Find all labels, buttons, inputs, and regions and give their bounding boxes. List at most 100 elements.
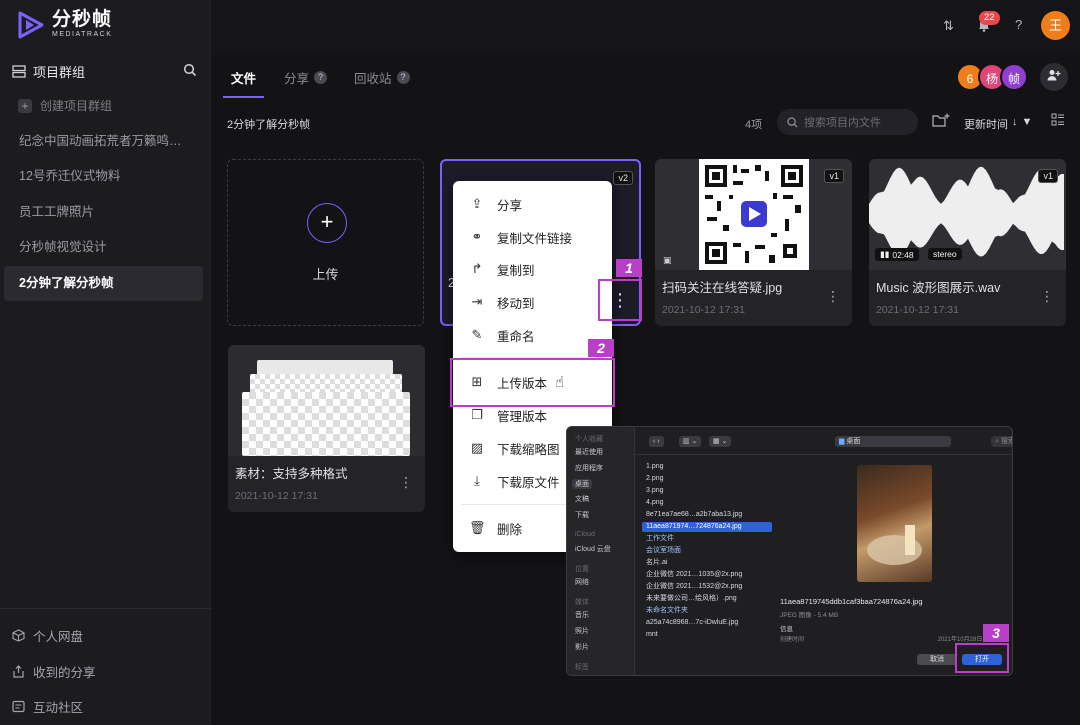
image-icon: ▨ [470,440,484,455]
preview-info-title: 信息 [780,626,793,633]
logo-subtitle: MEDIATRACK [52,31,113,38]
menu-item-copy-link[interactable]: ⚭ 复制文件链接 [453,221,612,253]
step-1-badge: 1 [616,259,642,277]
location-dropdown[interactable]: ▆ 桌面 [835,436,951,447]
tab-files[interactable]: 文件 [231,68,256,87]
dialog-file-item[interactable]: 2.png [642,474,772,484]
menu-label: 下载原文件 [497,475,560,490]
more-options-icon[interactable]: ⋮ [399,474,413,491]
search-input[interactable]: 搜索项目内文件 [777,109,918,135]
sidebar-project-item[interactable]: 分秒帧视觉设计 [4,230,203,265]
file-date: 2021-10-12 17:31 [876,304,959,316]
more-options-icon[interactable]: ⋮ [1040,288,1054,305]
add-user-icon [1047,70,1061,81]
stack-layer [242,392,410,456]
share-icon [13,665,24,678]
file-card[interactable]: ▣ v1 扫码关注在线答疑.jpg 2021-10-12 17:31 ⋮ [655,159,852,326]
dialog-file-item[interactable]: 名片.ai [642,558,772,568]
plus-icon: + [307,203,347,243]
dialog-sidebar-item[interactable]: 应用程序 [575,463,603,473]
cube-icon [12,629,25,642]
community-link[interactable]: 互动社区 [12,697,83,716]
personal-drive-link[interactable]: 个人网盘 [12,626,83,645]
new-folder-icon[interactable] [932,113,950,131]
sidebar-project-item[interactable]: 12号乔迁仪式物料 [4,159,203,194]
dialog-sidebar-item[interactable]: 网络 [575,577,589,587]
dialog-file-item[interactable]: 企业微信 2021…1532@2x.png [642,582,772,592]
help-icon[interactable]: ? [1015,17,1022,32]
logo-title: 分秒帧 [52,9,113,30]
cancel-button[interactable]: 取消 [917,654,957,665]
pencil-icon: ✎ [471,327,483,342]
menu-label: 删除 [497,522,523,537]
link-icon: ⚭ [471,229,483,244]
help-icon: ? [314,71,328,84]
sidebar: 分秒帧 MEDIATRACK 项目群组 + 创建项目群组 纪念中国动画拓荒者万籁… [0,0,211,725]
versions-icon: ❐ [471,407,483,422]
dialog-search-placeholder: 搜索 [1000,438,1012,445]
sidebar-project-item[interactable]: 纪念中国动画拓荒者万籁鸣… [4,124,203,159]
view-toggle-icon[interactable] [1051,113,1065,129]
create-group-button[interactable]: + 创建项目群组 [18,97,112,114]
dialog-sidebar-item-selected[interactable]: 桌面 [572,479,592,489]
dialog-sidebar-item[interactable]: iCloud 云盘 [575,544,611,554]
search-icon [787,116,798,127]
dialog-file-item[interactable]: 企业微信 2021…1035@2x.png [642,570,772,580]
groups-icon [12,64,26,78]
download-icon: ⤓ [474,473,480,488]
dialog-section-header: 媒体 [575,599,589,606]
sidebar-project-item[interactable]: 员工工牌照片 [4,195,203,230]
received-shares-link[interactable]: 收到的分享 [12,662,96,681]
menu-item-share[interactable]: ⇪ 分享 [453,188,612,220]
add-member-button[interactable] [1040,63,1068,91]
dialog-folder-item[interactable]: 会议室场面 [642,546,772,556]
folder-date: 2021-10-12 17:31 [235,490,318,502]
menu-item-copy-to[interactable]: ↱ 复制到 [453,253,612,285]
upload-card[interactable]: + 上传 [227,159,424,326]
search-icon[interactable] [183,63,197,80]
dialog-file-item[interactable]: 1.png [642,462,772,472]
more-options-icon[interactable]: ⋮ [826,288,840,305]
back-forward-buttons[interactable]: ‹ › [649,436,664,447]
dialog-file-item[interactable]: 未来要做公司…绘风格）.png [642,594,772,604]
sort-dropdown[interactable]: 更新时间 ↓ ▼ [964,116,1032,132]
dialog-folder-item[interactable]: 未命名文件夹 [642,606,772,616]
tab-share[interactable]: 分享? [284,68,328,87]
dialog-file-item[interactable]: a25a74c8968…7c-iDwluE.jpg [642,618,772,628]
folder-card[interactable]: 素材：支持多种格式 2021-10-12 17:31 ⋮ [228,345,425,512]
transfer-icon[interactable]: ⇅ [943,18,954,34]
file-thumbnail: ▮▮ 02:48 stereo [869,159,1066,270]
dialog-file-item[interactable]: mnt [642,630,772,640]
dialog-folder-item[interactable]: 工作文件 [642,534,772,544]
chat-icon [12,700,25,713]
version-badge: v2 [613,171,633,185]
sidebar-project-item-active[interactable]: 2分钟了解分秒帧 [4,266,203,301]
dialog-sidebar-item[interactable]: 音乐 [575,610,589,620]
tab-recycle[interactable]: 回收站? [354,68,410,87]
dialog-sidebar-item[interactable]: 照片 [575,626,589,636]
logo[interactable]: 分秒帧 MEDIATRACK [18,10,112,39]
dialog-file-item[interactable]: 4.png [642,498,772,508]
dialog-sidebar-item[interactable]: 文稿 [575,494,589,504]
dialog-sidebar-item[interactable]: 下载 [575,510,589,520]
menu-item-move-to[interactable]: ⇥ 移动到 [453,286,612,318]
file-card[interactable]: ▮▮ 02:48 stereo v1 Music 波形图展示.wav 2021-1… [869,159,1066,326]
more-options-icon[interactable]: ⋮ [605,282,635,318]
step-3-highlight [955,643,1009,673]
group-button[interactable]: ▦ ⌄ [709,436,732,447]
dialog-file-item-selected[interactable]: 11aea871974…724876a24.jpg [642,522,772,532]
view-mode-button[interactable]: ▥ ⌄ [679,436,702,447]
dialog-sidebar-item[interactable]: 最近使用 [575,447,603,457]
step-3-badge: 3 [983,624,1009,642]
project-groups-header: 项目群组 [12,60,197,82]
dialog-search-input[interactable]: ⌕ 搜索 [991,436,1012,447]
member-avatars[interactable]: 6 杨 帧 [956,63,1028,91]
received-shares-label: 收到的分享 [33,666,96,680]
dialog-section-header: 位置 [575,566,589,573]
version-badge: v1 [1038,169,1058,183]
dialog-file-item[interactable]: 8e71ea7ae68…a2b7aba13.jpg [642,510,772,520]
dialog-file-item[interactable]: 3.png [642,486,772,496]
dialog-sidebar-item[interactable]: 影片 [575,642,589,652]
move-icon: ⇥ [471,294,483,309]
user-avatar[interactable]: 王 [1041,11,1070,40]
